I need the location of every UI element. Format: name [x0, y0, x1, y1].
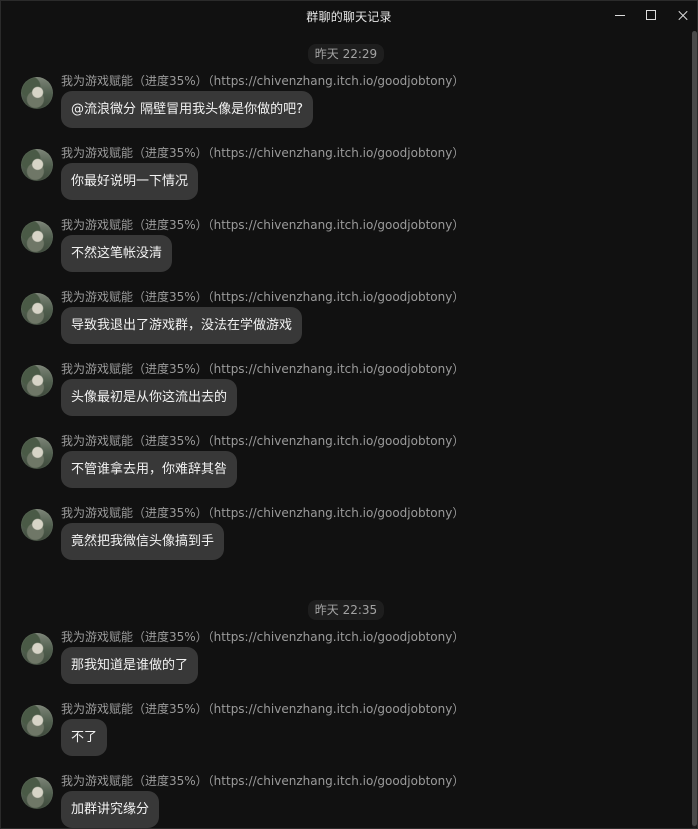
chat-message: 我为游戏赋能（进度35%）（https://chivenzhang.itch.i…: [1, 218, 691, 293]
message-bubble[interactable]: 竟然把我微信头像搞到手: [61, 523, 225, 560]
avatar[interactable]: [21, 777, 53, 809]
avatar[interactable]: [21, 77, 53, 109]
chat-message: 我为游戏赋能（进度35%）（https://chivenzhang.itch.i…: [1, 362, 691, 437]
time-separator: 昨天 22:29: [1, 43, 691, 64]
chat-history-window: 群聊的聊天记录 昨天 22:29 我为游戏赋能（进度35%）（https://c…: [0, 0, 698, 829]
chat-message: 我为游戏赋能（进度35%）（https://chivenzhang.itch.i…: [1, 74, 691, 149]
timestamp-pill: 昨天 22:35: [307, 600, 385, 620]
chat-messages: 昨天 22:29 我为游戏赋能（进度35%）（https://chivenzha…: [1, 43, 691, 828]
message-bubble[interactable]: 那我知道是谁做的了: [61, 647, 199, 684]
avatar[interactable]: [21, 705, 53, 737]
sender-name: 我为游戏赋能（进度35%）（https://chivenzhang.itch.i…: [61, 702, 465, 716]
scrollbar-thumb[interactable]: [692, 31, 697, 826]
message-bubble[interactable]: 你最好说明一下情况: [61, 163, 199, 200]
sender-name: 我为游戏赋能（进度35%）（https://chivenzhang.itch.i…: [61, 506, 465, 520]
avatar[interactable]: [21, 633, 53, 665]
maximize-icon[interactable]: [640, 5, 662, 25]
sender-name: 我为游戏赋能（进度35%）（https://chivenzhang.itch.i…: [61, 774, 465, 788]
sender-name: 我为游戏赋能（进度35%）（https://chivenzhang.itch.i…: [61, 74, 465, 88]
sender-name: 我为游戏赋能（进度35%）（https://chivenzhang.itch.i…: [61, 218, 465, 232]
time-separator: 昨天 22:35: [1, 599, 691, 620]
sender-name: 我为游戏赋能（进度35%）（https://chivenzhang.itch.i…: [61, 146, 465, 160]
avatar[interactable]: [21, 149, 53, 181]
chat-message: 我为游戏赋能（进度35%）（https://chivenzhang.itch.i…: [1, 146, 691, 221]
avatar[interactable]: [21, 365, 53, 397]
close-icon[interactable]: [672, 5, 694, 25]
window-title: 群聊的聊天记录: [306, 10, 392, 24]
message-bubble[interactable]: @流浪微分 隔壁冒用我头像是你做的吧?: [61, 91, 314, 128]
chat-message: 我为游戏赋能（进度35%）（https://chivenzhang.itch.i…: [1, 774, 691, 828]
sender-name: 我为游戏赋能（进度35%）（https://chivenzhang.itch.i…: [61, 434, 465, 448]
message-bubble[interactable]: 不了: [61, 719, 108, 756]
sender-name: 我为游戏赋能（进度35%）（https://chivenzhang.itch.i…: [61, 362, 465, 376]
chat-message: 我为游戏赋能（进度35%）（https://chivenzhang.itch.i…: [1, 702, 691, 777]
chat-message: 我为游戏赋能（进度35%）（https://chivenzhang.itch.i…: [1, 290, 691, 365]
vertical-scrollbar[interactable]: [692, 31, 697, 828]
avatar[interactable]: [21, 437, 53, 469]
sender-name: 我为游戏赋能（进度35%）（https://chivenzhang.itch.i…: [61, 290, 465, 304]
message-bubble[interactable]: 加群讲究缘分: [61, 791, 160, 828]
avatar[interactable]: [21, 221, 53, 253]
sender-name: 我为游戏赋能（进度35%）（https://chivenzhang.itch.i…: [61, 630, 465, 644]
avatar[interactable]: [21, 509, 53, 541]
title-bar: 群聊的聊天记录: [1, 1, 697, 31]
avatar[interactable]: [21, 293, 53, 325]
chat-message: 我为游戏赋能（进度35%）（https://chivenzhang.itch.i…: [1, 434, 691, 509]
chat-message: 我为游戏赋能（进度35%）（https://chivenzhang.itch.i…: [1, 630, 691, 705]
message-bubble[interactable]: 不管谁拿去用，你难辞其咎: [61, 451, 238, 488]
message-bubble[interactable]: 头像最初是从你这流出去的: [61, 379, 238, 416]
message-bubble[interactable]: 不然这笔帐没清: [61, 235, 173, 272]
message-bubble[interactable]: 导致我退出了游戏群，没法在学做游戏: [61, 307, 303, 344]
minimize-icon[interactable]: [609, 5, 631, 25]
chat-message: 我为游戏赋能（进度35%）（https://chivenzhang.itch.i…: [1, 506, 691, 581]
timestamp-pill: 昨天 22:29: [307, 44, 385, 64]
